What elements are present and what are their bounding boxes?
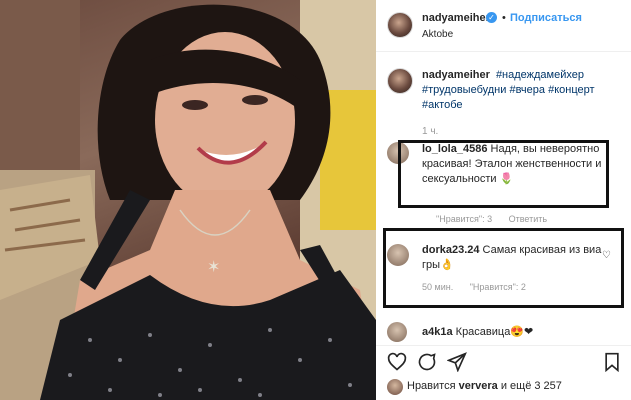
highlight-box bbox=[383, 228, 624, 308]
verified-badge-icon: ✓ bbox=[486, 12, 497, 23]
follow-button[interactable]: Подписаться bbox=[510, 12, 582, 24]
liker-username[interactable]: ververa bbox=[459, 380, 498, 392]
heart-icon[interactable] bbox=[387, 352, 407, 372]
caption-author-avatar[interactable] bbox=[387, 68, 413, 94]
likes-prefix: Нравится bbox=[407, 380, 456, 392]
post-photo[interactable]: ✶ bbox=[0, 0, 376, 400]
liker-avatar[interactable] bbox=[387, 379, 403, 395]
commenter-username[interactable]: a4k1a bbox=[422, 326, 453, 338]
post-header: nadyameiher ✓ • Подписаться Aktobe bbox=[376, 0, 631, 52]
bookmark-icon[interactable] bbox=[602, 352, 622, 372]
svg-text:✶: ✶ bbox=[207, 257, 220, 276]
comment-body: a4k1a Красавица😍❤ bbox=[422, 325, 612, 340]
likes-summary[interactable]: Нравится ververa и ещё 3 257 bbox=[407, 380, 562, 392]
hashtag-link[interactable]: #актобе bbox=[422, 99, 463, 111]
hashtag-link[interactable]: #надеждамейхер bbox=[496, 69, 584, 81]
post-side-panel: nadyameiher ✓ • Подписаться Aktobe nadya… bbox=[376, 0, 631, 400]
caption-timestamp: 1 ч. bbox=[422, 126, 439, 137]
likes-count[interactable]: и ещё 3 257 bbox=[501, 380, 562, 392]
commenter-avatar[interactable] bbox=[387, 322, 407, 342]
share-icon[interactable] bbox=[447, 352, 467, 372]
author-avatar[interactable] bbox=[387, 12, 413, 38]
caption-username[interactable]: nadyameiher bbox=[422, 69, 490, 81]
location-link[interactable]: Aktobe bbox=[422, 29, 453, 40]
separator-dot: • bbox=[502, 12, 506, 24]
hashtag-link[interactable]: #концерт bbox=[548, 84, 594, 96]
hashtag-link[interactable]: #вчера bbox=[509, 84, 545, 96]
author-username[interactable]: nadyameiher bbox=[422, 12, 490, 24]
portrait-image: ✶ bbox=[0, 0, 376, 400]
action-bar: Нравится ververa и ещё 3 257 bbox=[376, 345, 631, 400]
hashtag-link[interactable]: #трудовыебудни bbox=[422, 84, 506, 96]
highlight-box bbox=[398, 140, 609, 208]
comment-icon[interactable] bbox=[417, 352, 437, 372]
comment-text: Красавица😍❤ bbox=[455, 326, 534, 338]
comment-likes[interactable]: "Нравится": 3 bbox=[436, 214, 492, 224]
comment-meta: "Нравится": 3 Ответить bbox=[436, 212, 561, 227]
comment-item: a4k1a Красавица😍❤ bbox=[376, 322, 631, 342]
caption-text: nadyameiher #надеждамейхер #трудовыебудн… bbox=[422, 68, 622, 113]
reply-button[interactable]: Ответить bbox=[509, 214, 547, 224]
